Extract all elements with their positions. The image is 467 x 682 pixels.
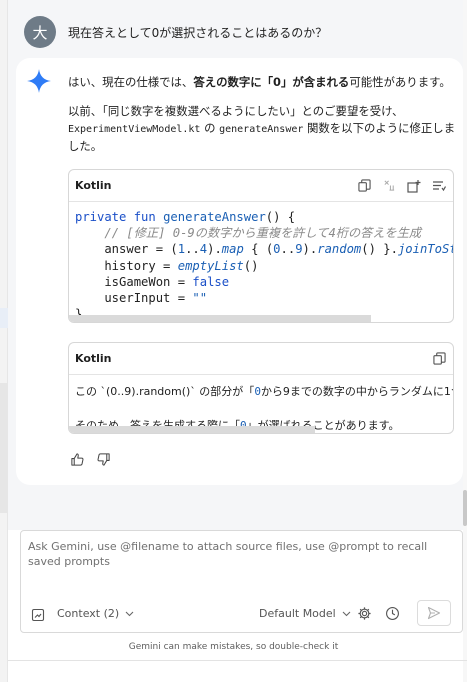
user-avatar: 大 [24, 16, 56, 48]
code-line: isGameWon = false [75, 274, 230, 289]
code-line: history = emptyList() [75, 258, 259, 273]
left-edge-highlight [0, 308, 8, 328]
model-label: Default Model [259, 607, 336, 620]
copy-icon[interactable] [356, 178, 372, 194]
send-icon [427, 606, 441, 620]
gemini-star-icon [27, 69, 51, 93]
answer-paragraph-1: はい、現在の仕様では、答えの数字に「0」が含まれる可能性があります。 [68, 74, 456, 91]
copy-icon[interactable] [431, 351, 447, 367]
prompt-toolbar: Context (2) Default Model [21, 600, 462, 626]
explanation-line-1: この `(0..9).random()` の部分が「0から9までの数字の中からラ… [75, 383, 453, 400]
explanation-text: この `(0..9).random()` の部分が「 [75, 385, 255, 398]
code-block-kotlin: Kotlin private fun generateAnswer() {//… [68, 169, 454, 323]
disclaimer-text: Gemini can make mistakes, so double-chec… [128, 642, 339, 652]
code-line: private fun generateAnswer() { [75, 210, 296, 224]
answer-paragraph-2: 以前、「同じ数字を複数選べるようにしたい」とのご要望を受け、 Experiment… [68, 103, 456, 155]
prompt-input-placeholder[interactable]: Ask Gemini, use @filename to attach sour… [28, 539, 453, 569]
chevron-down-icon [125, 611, 134, 616]
function-name-inline-code: generateAnswer [219, 124, 304, 135]
code-horizontal-scrollbar[interactable] [69, 426, 315, 433]
footer-divider [8, 660, 467, 661]
history-clock-icon[interactable] [385, 606, 400, 621]
code-block-actions [431, 351, 447, 367]
assistant-response-card: はい、現在の仕様では、答えの数字に「0」が含まれる可能性があります。 以前、「同… [16, 58, 463, 485]
context-label: Context (2) [57, 607, 120, 620]
para2-text-a: 以前、「同じ数字を複数選べるようにしたい」とのご要望を受け、 [68, 104, 404, 118]
insert-at-cursor-icon[interactable] [381, 178, 397, 194]
scrollbar-thumb[interactable] [463, 490, 467, 526]
code-block-header: Kotlin [69, 343, 453, 375]
file-name-inline-code: ExperimentViewModel.kt [68, 124, 201, 135]
para1-bold: 答えの数字に「0」が含まれる [193, 75, 350, 89]
attach-context-icon[interactable] [31, 607, 45, 622]
para2-text-b: の [200, 121, 220, 135]
send-button[interactable] [417, 600, 451, 626]
feedback-actions [70, 452, 112, 468]
context-dropdown[interactable]: Context (2) [57, 607, 134, 620]
code-language-label: Kotlin [75, 179, 112, 192]
new-file-icon[interactable] [406, 178, 422, 194]
model-dropdown[interactable]: Default Model [259, 607, 351, 620]
apply-changes-icon[interactable] [431, 178, 447, 194]
para1-text-b: 可能性 [349, 75, 384, 89]
code-horizontal-scrollbar[interactable] [69, 315, 371, 322]
para1-text-c: があります。 [383, 75, 451, 89]
user-message-text: 現在答えとして0が選択されることはあるのか？ [68, 25, 328, 40]
chat-panel: 大 現在答えとして0が選択されることはあるのか？ はい、現在の仕様では、答えの数… [8, 0, 463, 530]
code-block-header: Kotlin [69, 170, 453, 202]
code-content: private fun generateAnswer() { // [修正] 0… [69, 202, 453, 322]
code-line: answer = (1..4).map { (0..9).random() }.… [75, 242, 453, 257]
chevron-down-icon [342, 611, 351, 616]
code-block-actions [356, 178, 447, 194]
code-language-label: Kotlin [75, 352, 112, 365]
user-message-row: 大 現在答えとして0が選択されることはあるのか？ [24, 16, 327, 48]
prompt-input-box[interactable]: Ask Gemini, use @filename to attach sour… [20, 530, 463, 633]
thumbs-up-icon[interactable] [70, 452, 86, 468]
zero-highlight: 0 [254, 385, 261, 398]
code-line: // [修正] 0-9の数字から重複を許して4桁の答えを生成 [104, 226, 422, 241]
left-edge-shade [0, 383, 8, 513]
vertical-scrollbar[interactable] [463, 0, 467, 682]
assistant-text: はい、現在の仕様では、答えの数字に「0」が含まれる可能性があります。 以前、「同… [68, 74, 456, 167]
left-edge-panel [0, 0, 8, 682]
code-block-kotlin-explanation: Kotlin この `(0..9).random()` の部分が「0から9までの… [68, 342, 454, 434]
gear-icon[interactable] [357, 606, 372, 621]
code-line: userInput = "" [75, 291, 208, 306]
explanation-text: から9までの数字の中からランダムに1つ選ぶ」という処理です。 [260, 385, 453, 398]
thumbs-down-icon[interactable] [96, 452, 112, 468]
para1-text-a: はい、現在の仕様では、 [68, 75, 194, 89]
